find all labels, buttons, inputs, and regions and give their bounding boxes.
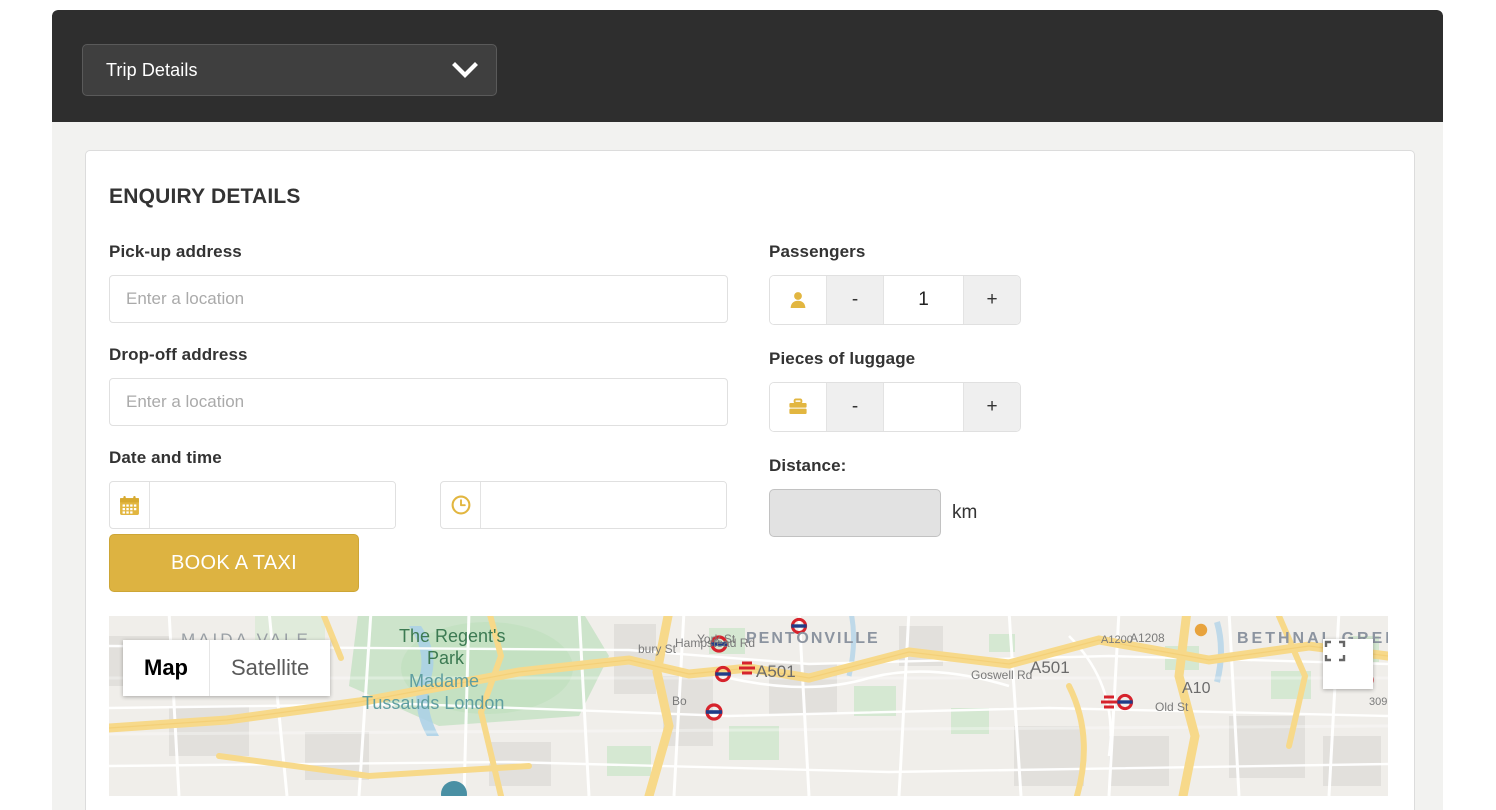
distance-field: Distance: km: [769, 456, 1389, 537]
passengers-stepper: - +: [769, 275, 1021, 325]
enquiry-details-card: ENQUIRY DETAILS Pick-up address Drop-off…: [85, 150, 1415, 810]
date-input[interactable]: [150, 482, 395, 528]
app-page: Trip Details ENQUIRY DETAILS Pick-up add…: [52, 10, 1443, 810]
luggage-value-cell: [883, 383, 964, 431]
clock-icon: [441, 482, 481, 528]
page-header: Trip Details: [52, 10, 1443, 122]
luggage-label: Pieces of luggage: [769, 349, 916, 368]
distance-row: km: [769, 489, 1389, 537]
date-picker-group[interactable]: [109, 481, 396, 529]
luggage-increment-button[interactable]: +: [964, 383, 1020, 431]
distance-input: [769, 489, 941, 537]
chevron-down-icon: [452, 62, 478, 78]
map-type-button-map[interactable]: Map: [123, 640, 209, 696]
pickup-address-label: Pick-up address: [109, 242, 242, 261]
luggage-field: Pieces of luggage - +: [769, 349, 1389, 432]
distance-label: Distance:: [769, 456, 847, 475]
date-time-row: [109, 481, 729, 529]
fullscreen-button[interactable]: [1323, 639, 1373, 689]
luggage-stepper: - +: [769, 382, 1021, 432]
trip-details-dropdown-label: Trip Details: [106, 59, 198, 80]
dropoff-address-label: Drop-off address: [109, 345, 248, 364]
dropoff-address-field: Drop-off address: [109, 345, 729, 426]
passengers-value-cell: [883, 276, 964, 324]
page-title: ENQUIRY DETAILS: [109, 185, 301, 208]
map-type-control: Map Satellite: [123, 640, 331, 696]
dropoff-address-input[interactable]: [109, 378, 728, 426]
date-and-time-label: Date and time: [109, 448, 222, 467]
calendar-icon: [110, 482, 150, 528]
passengers-value-input[interactable]: [883, 276, 964, 324]
time-input[interactable]: [481, 482, 726, 528]
map-canvas[interactable]: MAIDA VALEThe Regent'sParkMadameTussauds…: [109, 616, 1388, 796]
passengers-increment-button[interactable]: +: [964, 276, 1020, 324]
person-icon: [770, 276, 827, 324]
trip-details-dropdown[interactable]: Trip Details: [82, 44, 497, 96]
passengers-field: Passengers - +: [769, 242, 1389, 325]
date-and-time-field: Date and time: [109, 448, 729, 529]
pickup-address-input[interactable]: [109, 275, 728, 323]
passengers-label: Passengers: [769, 242, 866, 261]
time-picker-group[interactable]: [440, 481, 727, 529]
form-column-left: Pick-up address Drop-off address Date an…: [109, 242, 729, 551]
luggage-value-input[interactable]: [883, 383, 964, 431]
form-column-right: Passengers - +: [769, 242, 1389, 559]
briefcase-icon: [770, 383, 827, 431]
passengers-decrement-button[interactable]: -: [827, 276, 884, 324]
distance-unit-label: km: [952, 502, 978, 523]
map-type-button-satellite[interactable]: Satellite: [209, 640, 331, 696]
pickup-address-field: Pick-up address: [109, 242, 729, 323]
luggage-decrement-button[interactable]: -: [827, 383, 884, 431]
